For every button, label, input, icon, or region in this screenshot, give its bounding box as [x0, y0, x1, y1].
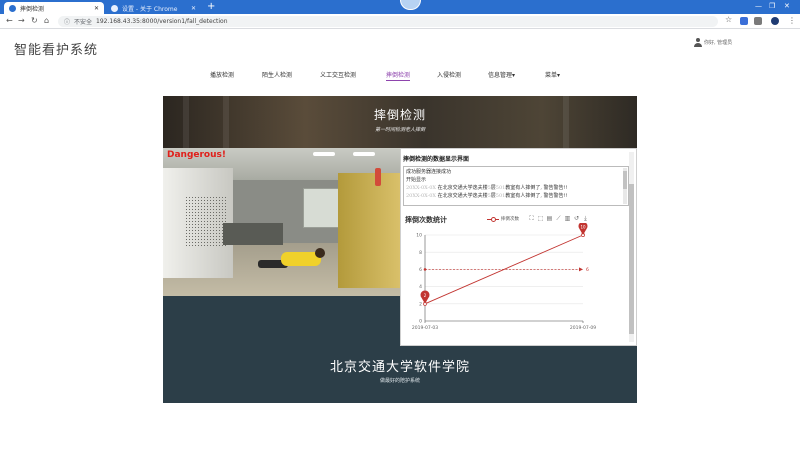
close-window-icon[interactable]: ✕ — [784, 1, 790, 11]
panel-title: 摔倒检测的数据显示界面 — [403, 156, 470, 163]
fallen-person-head — [315, 248, 325, 258]
nav-item-intrusion[interactable]: 入侵检测 — [437, 70, 461, 79]
back-icon[interactable]: ← — [6, 16, 13, 26]
y-tick-label: 0 — [419, 319, 422, 325]
main-nav: 播放检测 陌生人检测 义工交互检测 摔倒检测 入侵检测 信息管理▾ 菜单▾ — [0, 70, 800, 81]
tab-fall-detection[interactable]: 摔倒检测 ✕ — [4, 2, 104, 14]
nav-item-menu[interactable]: 菜单▾ — [545, 70, 560, 79]
restore-icon[interactable]: ↺ — [572, 215, 581, 223]
y-tick-label: 2 — [419, 301, 422, 307]
forward-icon[interactable]: → — [18, 16, 25, 26]
nav-item-fall-detection[interactable]: 摔倒检测 — [386, 70, 411, 81]
markpoint-label: 2 — [424, 293, 427, 298]
scene-cabinet-perforation — [185, 196, 227, 246]
tab-chrome-settings[interactable]: 设置 - 关于 Chrome ✕ — [106, 2, 201, 14]
line-chart-icon[interactable]: ⟋ — [554, 215, 563, 223]
legend-label: 摔倒次数 — [501, 217, 519, 222]
chart-toolbox: ⛶ ⬚ ▤ ⟋ ▥ ↺ ⤓ — [527, 215, 590, 223]
markline-arrow — [579, 267, 583, 272]
danger-alert-label: Dangerous! — [167, 150, 226, 160]
x-tick-label: 2019-07-09 — [570, 325, 596, 331]
scene-desk-right — [338, 173, 400, 288]
camera-feed: Dangerous! — [163, 148, 400, 296]
markline-label: 6 — [586, 267, 589, 273]
save-image-icon[interactable]: ⤓ — [581, 215, 590, 223]
menu-kebab-icon[interactable]: ⋮ — [788, 16, 796, 26]
footer-title: 北京交通大学软件学院 — [329, 360, 470, 375]
markline-start-point — [423, 268, 427, 271]
reload-icon[interactable]: ↻ — [31, 16, 38, 26]
log-line: 20XX-0X-0X 在北京交通大学逸夫楼5层501教室有人摔倒了, 警告警告!… — [406, 185, 568, 191]
security-label: 不安全 — [74, 19, 93, 26]
not-secure-icon[interactable]: ⓘ — [64, 17, 70, 26]
data-view-icon[interactable]: ▤ — [545, 215, 554, 223]
page-favicon-icon — [9, 4, 16, 12]
new-tab-icon[interactable]: + — [207, 1, 215, 13]
zoom-reset-icon[interactable]: ⬚ — [536, 215, 545, 223]
y-tick-label: 8 — [419, 250, 422, 256]
site-logo[interactable]: 智能看护系统 — [14, 39, 98, 58]
scene-lamp — [353, 152, 375, 156]
page-scrollbar[interactable] — [629, 152, 634, 342]
hero-subtitle: 第一时间检测老人摔倒 — [374, 127, 425, 133]
fall-count-chart: 02468102019-07-03 2019-07-096210 — [412, 223, 596, 331]
footer-subtitle: 做最好的陪护系统 — [379, 378, 420, 384]
close-tab-icon[interactable]: ✕ — [94, 5, 99, 12]
nav-label: 菜单 — [545, 72, 558, 79]
bookmark-star-icon[interactable]: ☆ — [725, 15, 732, 25]
user-greeting: 你好, 管理员 — [704, 40, 733, 46]
x-tick-label: 2019-07-03 — [412, 325, 438, 331]
zoom-icon[interactable]: ⛶ — [527, 215, 536, 223]
log-line: 开始显示 — [406, 177, 427, 183]
y-tick-label: 6 — [419, 267, 422, 273]
bar-chart-icon[interactable]: ▥ — [563, 215, 572, 223]
y-tick-label: 10 — [416, 233, 422, 239]
log-line: 20XX-0X-0X 在北京交通大学逸夫楼5层501教室有人摔倒了, 警告警告!… — [406, 193, 568, 199]
nav-item-volunteer[interactable]: 义工交互检测 — [320, 70, 356, 79]
minimize-icon[interactable]: — — [755, 1, 762, 11]
log-scrollbar[interactable] — [623, 168, 627, 204]
legend-line-icon — [487, 216, 499, 222]
browser-tab-strip: 摔倒检测 ✕ 设置 - 关于 Chrome ✕ + — ❐ ✕ — [0, 0, 800, 14]
scene-lamp — [313, 152, 335, 156]
log-line: 成功服务器连接成功 — [406, 169, 452, 175]
chart-legend[interactable]: 摔倒次数 — [487, 216, 519, 222]
scene-bottle — [375, 168, 381, 186]
browser-toolbar: ← → ↻ ⌂ ⓘ 不安全 192.168.43.35:8000/version… — [0, 14, 800, 29]
markpoint-label: 10 — [580, 224, 586, 229]
screen-recorder-badge[interactable] — [400, 0, 421, 10]
extension-icon[interactable] — [740, 17, 748, 25]
detection-log[interactable]: 成功服务器连接成功 开始显示 20XX-0X-0X 在北京交通大学逸夫楼5层50… — [403, 166, 629, 206]
close-tab-icon[interactable]: ✕ — [191, 5, 196, 12]
url-text[interactable]: 192.168.43.35:8000/version1/fall_detecti… — [96, 18, 227, 25]
nav-item-info[interactable]: 信息管理▾ — [488, 70, 515, 79]
y-tick-label: 4 — [419, 284, 422, 290]
hero-banner: 摔倒检测 第一时间检测老人摔倒 — [163, 96, 637, 148]
address-bar[interactable]: ⓘ 不安全 192.168.43.35:8000/version1/fall_d… — [58, 16, 718, 27]
scene-desk — [223, 223, 283, 245]
hero-title: 摔倒检测 — [373, 108, 426, 122]
caret-down-icon: ▾ — [512, 72, 516, 79]
data-panel: 摔倒检测的数据显示界面 成功服务器连接成功 开始显示 20XX-0X-0X 在北… — [400, 148, 637, 346]
user-menu[interactable]: 你好, 管理员 — [694, 38, 732, 47]
nav-label: 信息管理 — [488, 72, 513, 79]
home-icon[interactable]: ⌂ — [44, 16, 49, 26]
user-icon — [694, 38, 702, 47]
profile-avatar-icon[interactable] — [771, 17, 779, 25]
nav-item-playback[interactable]: 播放检测 — [210, 70, 234, 79]
extension-icon[interactable] — [754, 17, 762, 25]
scene-window — [303, 188, 339, 228]
tab-title: 设置 - 关于 Chrome — [122, 5, 178, 13]
maximize-icon[interactable]: ❐ — [769, 1, 775, 11]
nav-item-stranger[interactable]: 陌生人检测 — [262, 70, 292, 79]
caret-down-icon: ▾ — [557, 72, 561, 79]
settings-favicon-icon — [111, 4, 118, 12]
tab-title: 摔倒检测 — [20, 5, 45, 13]
